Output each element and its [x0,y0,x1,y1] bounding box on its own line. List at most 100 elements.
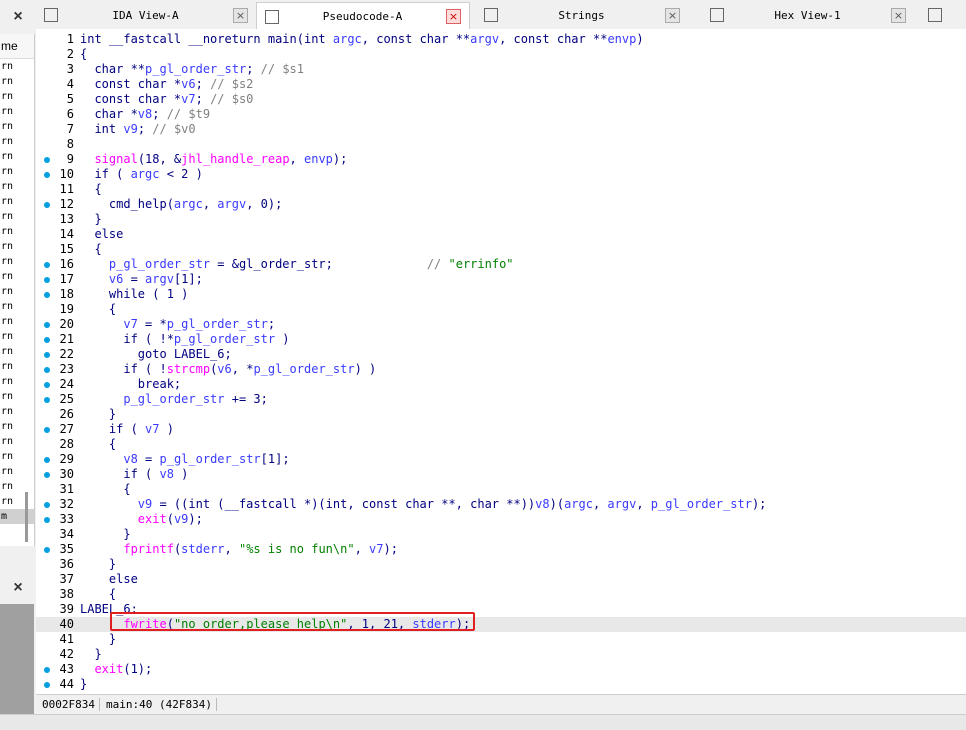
code-line[interactable]: 28 { [36,437,966,452]
code-text[interactable]: } [80,632,116,647]
code-line[interactable]: 1 int __fastcall __noreturn main(int argc… [36,32,966,47]
code-line[interactable]: 33 exit(v9); [36,512,966,527]
code-line[interactable]: 8 [36,137,966,152]
function-list-item[interactable]: rn [0,104,34,119]
code-line[interactable]: 17 v6 = argv[1]; [36,272,966,287]
code-text[interactable]: { [80,47,87,62]
close-tab-icon[interactable]: × [891,7,906,23]
function-list-item[interactable]: rn [0,464,34,479]
code-line[interactable]: 34 } [36,527,966,542]
function-list-item[interactable]: rn [0,419,34,434]
code-text[interactable]: exit(v9); [80,512,203,527]
function-list-header[interactable]: me [0,34,34,59]
code-text[interactable]: v7 = *p_gl_order_str; [80,317,275,332]
code-text[interactable]: p_gl_order_str += 3; [80,392,268,407]
code-line[interactable]: 43 exit(1); [36,662,966,677]
function-list-item[interactable]: rn [0,224,34,239]
code-line[interactable]: 6 char *v8; // $t9 [36,107,966,122]
code-text[interactable]: if ( !strcmp(v6, *p_gl_order_str) ) [80,362,376,377]
code-line[interactable]: 13 } [36,212,966,227]
code-text[interactable]: const char *v6; // $s2 [80,77,253,92]
tab-ida-view-a[interactable]: IDA View-A × [36,2,256,28]
code-text[interactable]: fprintf(stderr, "%s is no fun\n", v7); [80,542,398,557]
code-text[interactable]: v6 = argv[1]; [80,272,203,287]
code-text[interactable]: { [80,587,116,602]
code-text[interactable]: signal(18, &jhl_handle_reap, envp); [80,152,347,167]
code-text[interactable]: } [80,527,130,542]
function-list-item[interactable]: rn [0,164,34,179]
code-text[interactable]: v9 = ((int (__fastcall *)(int, const cha… [80,497,767,512]
function-list-item[interactable]: rn [0,89,34,104]
code-text[interactable]: goto LABEL_6; [80,347,232,362]
code-text[interactable]: } [80,557,116,572]
code-line[interactable]: 5 const char *v7; // $s0 [36,92,966,107]
function-list-item[interactable]: rn [0,299,34,314]
function-list-item[interactable]: rn [0,449,34,464]
code-line[interactable]: 42 } [36,647,966,662]
close-tab-icon[interactable]: × [446,9,461,24]
code-text[interactable]: } [80,407,116,422]
code-line[interactable]: 9 signal(18, &jhl_handle_reap, envp); [36,152,966,167]
function-list-item[interactable]: rn [0,254,34,269]
tab-info[interactable] [920,2,960,28]
code-text[interactable]: break; [80,377,181,392]
code-line[interactable]: 38 { [36,587,966,602]
code-line[interactable]: 32 v9 = ((int (__fastcall *)(int, const … [36,497,966,512]
code-text[interactable]: else [80,227,123,242]
code-text[interactable]: int v9; // $v0 [80,122,195,137]
code-text[interactable]: { [80,437,116,452]
code-line[interactable]: 31 { [36,482,966,497]
pseudocode-editor[interactable]: 1 int __fastcall __noreturn main(int argc… [36,29,966,694]
code-line[interactable]: 4 const char *v6; // $s2 [36,77,966,92]
code-text[interactable]: } [80,677,87,692]
close-tab-icon[interactable]: × [233,7,248,23]
code-line[interactable]: 37 else [36,572,966,587]
function-list-item[interactable]: rn [0,59,34,74]
code-line[interactable]: 10 if ( argc < 2 ) [36,167,966,182]
close-icon[interactable]: × [0,574,36,602]
function-list-item[interactable]: rn [0,359,34,374]
code-line[interactable]: 23 if ( !strcmp(v6, *p_gl_order_str) ) [36,362,966,377]
code-line[interactable]: 20 v7 = *p_gl_order_str; [36,317,966,332]
code-line[interactable]: 30 if ( v8 ) [36,467,966,482]
code-text[interactable]: } [80,212,101,227]
function-list-item[interactable]: rn [0,134,34,149]
code-text[interactable]: { [80,182,101,197]
function-list-item[interactable]: m [0,509,34,524]
code-line[interactable]: 41 } [36,632,966,647]
function-list-item[interactable]: rn [0,119,34,134]
code-text[interactable]: const char *v7; // $s0 [80,92,253,107]
function-list-item[interactable]: rn [0,329,34,344]
tab-strings[interactable]: Strings × [476,2,688,28]
code-text[interactable]: v8 = p_gl_order_str[1]; [80,452,289,467]
code-line[interactable]: 19 { [36,302,966,317]
code-text[interactable]: if ( !*p_gl_order_str ) [80,332,289,347]
code-line[interactable]: 18 while ( 1 ) [36,287,966,302]
code-text[interactable]: else [80,572,138,587]
code-line[interactable]: 21 if ( !*p_gl_order_str ) [36,332,966,347]
code-line[interactable]: 25 p_gl_order_str += 3; [36,392,966,407]
code-line[interactable]: 26 } [36,407,966,422]
tab-pseudocode-a[interactable]: Pseudocode-A × [256,2,470,30]
function-list-item[interactable]: rn [0,479,34,494]
code-line[interactable]: 14 else [36,227,966,242]
function-list-item[interactable]: rn [0,494,34,509]
close-icon[interactable]: × [0,0,36,34]
function-list-item[interactable]: rn [0,374,34,389]
code-text[interactable]: int __fastcall __noreturn main(int argc,… [80,32,644,47]
function-list-item[interactable]: rn [0,194,34,209]
code-text[interactable]: p_gl_order_str = &gl_order_str; // "erri… [80,257,514,272]
code-line[interactable]: 15 { [36,242,966,257]
scrollbar[interactable] [25,492,28,542]
function-list[interactable]: me rn rn rn rn rn rn rn rn rn rn rn rn rn rn rn rn rn rn r… [0,34,35,546]
code-line[interactable]: 36 } [36,557,966,572]
code-text[interactable]: { [80,242,101,257]
code-text[interactable]: cmd_help(argc, argv, 0); [80,197,282,212]
function-list-item[interactable]: rn [0,284,34,299]
code-line[interactable]: 2{ [36,47,966,62]
code-line[interactable]: 29 v8 = p_gl_order_str[1]; [36,452,966,467]
tab-hex-view-1[interactable]: Hex View-1 × [702,2,914,28]
function-list-item[interactable]: rn [0,434,34,449]
code-line[interactable]: 24 break; [36,377,966,392]
code-line[interactable]: 12 cmd_help(argc, argv, 0); [36,197,966,212]
